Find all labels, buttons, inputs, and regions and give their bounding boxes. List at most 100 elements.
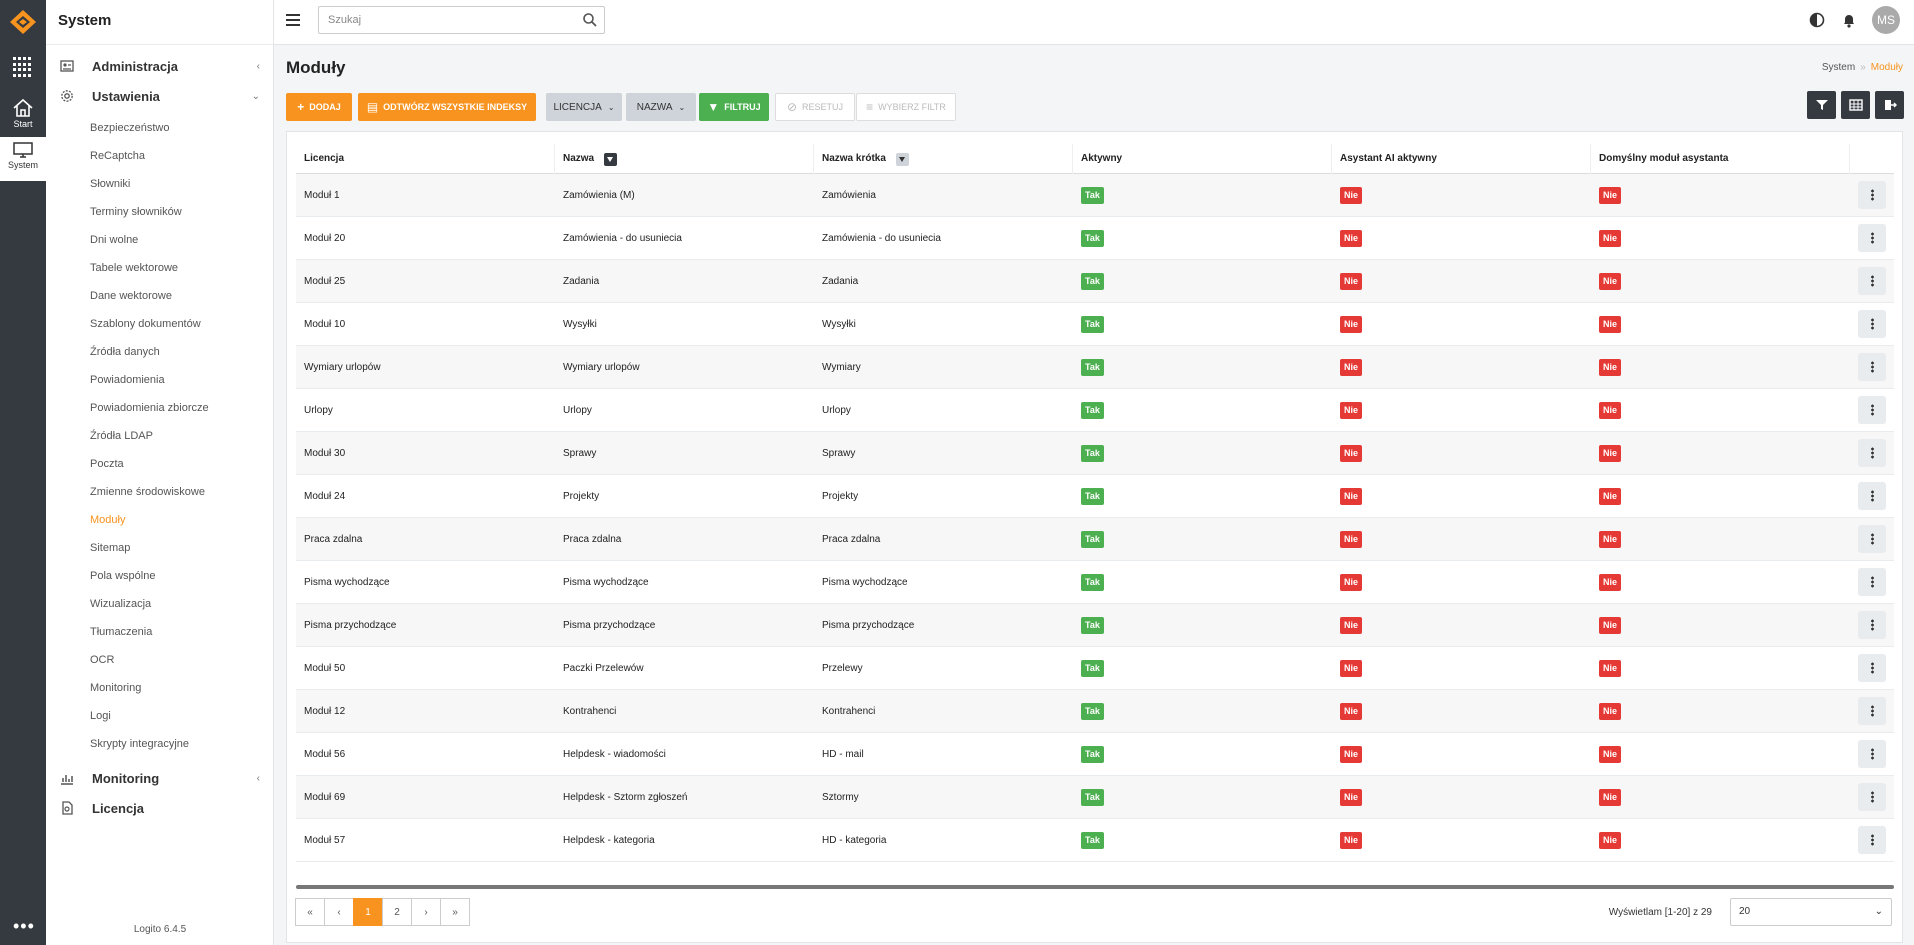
row-actions-kebab-icon[interactable] <box>1858 568 1886 596</box>
choose-filter-button[interactable]: ≡ WYBIERZ FILTR <box>856 93 956 121</box>
row-actions-kebab-icon[interactable] <box>1858 181 1886 209</box>
sidebar-subitem[interactable]: Powiadomienia <box>46 368 274 396</box>
row-actions-kebab-icon[interactable] <box>1858 654 1886 682</box>
sidebar-subitem[interactable]: Źródła danych <box>46 340 274 368</box>
rail-start[interactable]: Start <box>0 98 46 136</box>
row-actions-kebab-icon[interactable] <box>1858 439 1886 467</box>
license-dropdown[interactable]: LICENCJA ⌄ <box>546 93 622 121</box>
sidebar-subitem[interactable]: Pola wspólne <box>46 564 274 592</box>
columns-button[interactable] <box>1841 91 1870 119</box>
table-row[interactable]: Praca zdalna Praca zdalna Praca zdalna Tak N… <box>296 518 1894 561</box>
sort-desc-icon[interactable] <box>604 152 618 166</box>
table-cell: Praca zdalna <box>822 533 881 545</box>
column-header-nazwa-krotka[interactable]: Nazwa krótka <box>814 144 1073 174</box>
sidebar-item-administracja[interactable]: Administracja ‹ <box>46 54 274 78</box>
sidebar-item-licencja[interactable]: Licencja <box>46 796 274 820</box>
sidebar-subitem[interactable]: Zmienne środowiskowe <box>46 480 274 508</box>
table-row[interactable]: Pisma przychodzące Pisma przychodzące Pism… <box>296 604 1894 647</box>
table-row[interactable]: Moduł 10 Wysyłki Wysyłki Tak Nie Nie <box>296 303 1894 346</box>
rebuild-indexes-button[interactable]: ▤ ODTWÓRZ WSZYSTKIE INDEKSY <box>358 93 536 121</box>
table-row[interactable]: Moduł 56 Helpdesk - wiadomości HD - mail Ta… <box>296 733 1894 776</box>
table-row[interactable]: Moduł 69 Helpdesk - Sztorm zgłoszeń Sztorm… <box>296 776 1894 819</box>
app-logo[interactable] <box>8 8 38 36</box>
column-header-asystant-ai[interactable]: Asystant AI aktywny <box>1332 144 1591 174</box>
page-button[interactable]: 2 <box>382 898 412 926</box>
row-actions-kebab-icon[interactable] <box>1858 396 1886 424</box>
column-header-nazwa[interactable]: Nazwa <box>555 144 814 174</box>
contrast-icon[interactable] <box>1808 11 1826 29</box>
export-button[interactable] <box>1875 91 1904 119</box>
sidebar-item-monitoring[interactable]: Monitoring ‹ <box>46 766 274 790</box>
table-row[interactable]: Moduł 57 Helpdesk - kategoria HD - kategor… <box>296 819 1894 862</box>
sidebar-subitem[interactable]: Dni wolne <box>46 228 274 256</box>
column-header-licencja[interactable]: Licencja <box>296 144 555 174</box>
sidebar-subitem[interactable]: ReCaptcha <box>46 144 274 172</box>
search-icon[interactable] <box>582 12 598 28</box>
sidebar-subitem[interactable]: Szablony dokumentów <box>46 312 274 340</box>
name-dropdown[interactable]: NAZWA ⌄ <box>626 93 696 121</box>
sidebar-subitem[interactable]: Tłumaczenia <box>46 620 274 648</box>
table-row[interactable]: Moduł 24 Projekty Projekty Tak Nie Nie <box>296 475 1894 518</box>
table-row[interactable]: Wymiary urlopów Wymiary urlopów Wymiary Tak… <box>296 346 1894 389</box>
status-badge: Nie <box>1599 186 1622 204</box>
rail-system[interactable]: System <box>0 137 46 181</box>
table-row[interactable]: Moduł 20 Zamówienia - do usuniecia Zamówie… <box>296 217 1894 260</box>
sidebar-subitem[interactable]: Sitemap <box>46 536 274 564</box>
table-row[interactable]: Moduł 25 Zadania Zadania Tak Nie Nie <box>296 260 1894 303</box>
row-actions-kebab-icon[interactable] <box>1858 525 1886 553</box>
next-page-icon[interactable]: › <box>411 898 441 926</box>
filter-button[interactable]: ▼ FILTRUJ <box>699 93 769 121</box>
column-header-domyslny-modul[interactable]: Domyślny moduł asystanta <box>1591 144 1850 174</box>
sidebar-subitem[interactable]: Terminy słowników <box>46 200 274 228</box>
clear-filter-button[interactable] <box>1807 91 1836 119</box>
page-button[interactable]: 1 <box>353 898 383 926</box>
sidebar-subitem[interactable]: Powiadomienia zbiorcze <box>46 396 274 424</box>
sidebar-item-ustawienia[interactable]: Ustawienia ⌄ <box>46 84 274 108</box>
row-actions-kebab-icon[interactable] <box>1858 224 1886 252</box>
bell-icon[interactable] <box>1840 11 1858 29</box>
sidebar-subitem[interactable]: Źródła LDAP <box>46 424 274 452</box>
reset-button[interactable]: ⊘ RESETUJ <box>775 93 855 121</box>
table-row[interactable]: Urlopy Urlopy Urlopy Tak Nie Nie <box>296 389 1894 432</box>
prev-page-icon[interactable]: ‹ <box>324 898 354 926</box>
table-row[interactable]: Moduł 50 Paczki Przelewów Przelewy Tak Nie Ni… <box>296 647 1894 690</box>
row-actions-kebab-icon[interactable] <box>1858 267 1886 295</box>
sidebar-subitem[interactable]: Poczta <box>46 452 274 480</box>
column-header-aktywny[interactable]: Aktywny <box>1073 144 1332 174</box>
sidebar-subitem[interactable]: Moduły <box>46 508 274 536</box>
row-actions-kebab-icon[interactable] <box>1858 783 1886 811</box>
sidebar-subitem[interactable]: Tabele wektorowe <box>46 256 274 284</box>
sidebar-subitem[interactable]: Skrypty integracyjne <box>46 732 274 760</box>
sidebar-subitem[interactable]: Słowniki <box>46 172 274 200</box>
last-page-icon[interactable]: » <box>440 898 470 926</box>
horizontal-scrollbar[interactable] <box>296 885 1894 889</box>
sidebar-subitem[interactable]: Monitoring <box>46 676 274 704</box>
table-cell: Nie <box>1332 659 1591 677</box>
page-size-select[interactable]: 20 ⌄ <box>1730 898 1892 926</box>
first-page-icon[interactable]: « <box>295 898 325 926</box>
sort-icon[interactable] <box>895 152 909 166</box>
table-row[interactable]: Moduł 30 Sprawy Sprawy Tak Nie Nie <box>296 432 1894 475</box>
table-row[interactable]: Moduł 1 Zamówienia (M) Zamówienia Tak Nie Nie <box>296 174 1894 217</box>
table-row[interactable]: Pisma wychodzące Pisma wychodzące Pisma wy… <box>296 561 1894 604</box>
breadcrumb-root[interactable]: System <box>1822 62 1855 73</box>
row-actions-kebab-icon[interactable] <box>1858 740 1886 768</box>
sidebar-subitem[interactable]: Dane wektorowe <box>46 284 274 312</box>
more-icon[interactable]: ••• <box>13 917 35 935</box>
row-actions-kebab-icon[interactable] <box>1858 611 1886 639</box>
avatar[interactable]: MS <box>1872 6 1900 34</box>
row-actions-kebab-icon[interactable] <box>1858 310 1886 338</box>
search-input[interactable] <box>319 7 559 33</box>
table-row[interactable]: Moduł 12 Kontrahenci Kontrahenci Tak Nie Nie <box>296 690 1894 733</box>
sidebar-subitem[interactable]: Logi <box>46 704 274 732</box>
row-actions-kebab-icon[interactable] <box>1858 697 1886 725</box>
apps-grid-icon[interactable] <box>13 57 33 77</box>
sidebar-subitem[interactable]: Bezpieczeństwo <box>46 116 274 144</box>
hamburger-menu-icon[interactable] <box>286 14 300 26</box>
row-actions-kebab-icon[interactable] <box>1858 482 1886 510</box>
add-button[interactable]: + DODAJ <box>286 93 352 121</box>
row-actions-kebab-icon[interactable] <box>1858 353 1886 381</box>
row-actions-kebab-icon[interactable] <box>1858 826 1886 854</box>
sidebar-subitem[interactable]: Wizualizacja <box>46 592 274 620</box>
sidebar-subitem[interactable]: OCR <box>46 648 274 676</box>
